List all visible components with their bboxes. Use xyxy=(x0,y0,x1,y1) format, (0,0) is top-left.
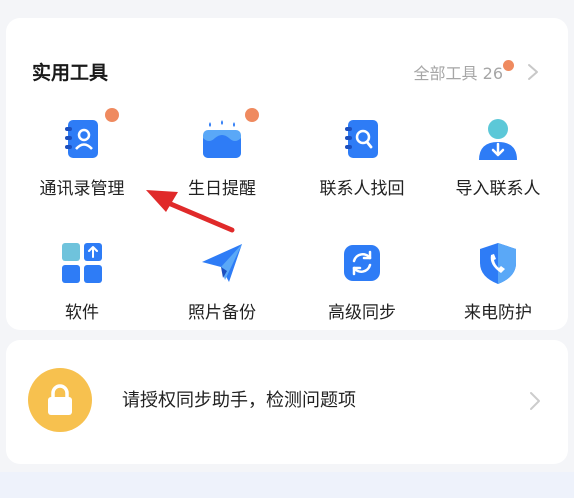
tools-card: 实用工具 全部工具 26 通讯录管理 生日提醒 联系人找回 导入联系人 软件 照… xyxy=(6,18,568,330)
bottom-area xyxy=(0,472,574,498)
tool-label: 照片备份 xyxy=(188,303,256,323)
section-title: 实用工具 xyxy=(32,62,109,84)
tool-contact-recovery[interactable]: 联系人找回 xyxy=(292,116,432,199)
apps-icon xyxy=(59,240,105,286)
notification-dot xyxy=(503,59,514,71)
tool-label: 来电防护 xyxy=(464,303,532,323)
badge-dot xyxy=(245,108,259,122)
tool-contact-manager[interactable]: 通讯录管理 xyxy=(12,108,152,199)
all-tools-link[interactable]: 全部工具 26 xyxy=(413,59,540,84)
chevron-right-icon xyxy=(530,392,540,410)
lock-icon xyxy=(28,368,92,432)
birthday-cake-icon xyxy=(199,108,259,162)
contact-book-icon xyxy=(59,108,119,162)
shield-phone-icon xyxy=(475,240,521,286)
sync-icon xyxy=(339,240,385,286)
import-contact-icon xyxy=(475,116,521,162)
tool-label: 高级同步 xyxy=(328,303,396,323)
tool-label: 软件 xyxy=(65,303,99,323)
tool-software[interactable]: 软件 xyxy=(12,240,152,323)
tool-advanced-sync[interactable]: 高级同步 xyxy=(292,240,432,323)
permission-tip-text: 请授权同步助手，检测问题项 xyxy=(122,390,356,411)
tool-label: 通讯录管理 xyxy=(39,179,125,199)
annotation-arrow xyxy=(146,190,235,233)
chevron-right-icon xyxy=(528,64,538,80)
tool-label: 导入联系人 xyxy=(455,179,541,199)
badge-dot xyxy=(105,108,119,122)
tool-call-protection[interactable]: 来电防护 xyxy=(428,240,568,323)
tool-label: 联系人找回 xyxy=(319,179,405,199)
tool-photo-backup[interactable]: 照片备份 xyxy=(152,240,292,323)
contact-search-icon xyxy=(339,116,385,162)
tool-import-contacts[interactable]: 导入联系人 xyxy=(428,116,568,199)
permission-tip-card[interactable]: 请授权同步助手，检测问题项 xyxy=(6,340,568,464)
all-tools-label: 全部工具 26 xyxy=(413,64,503,83)
